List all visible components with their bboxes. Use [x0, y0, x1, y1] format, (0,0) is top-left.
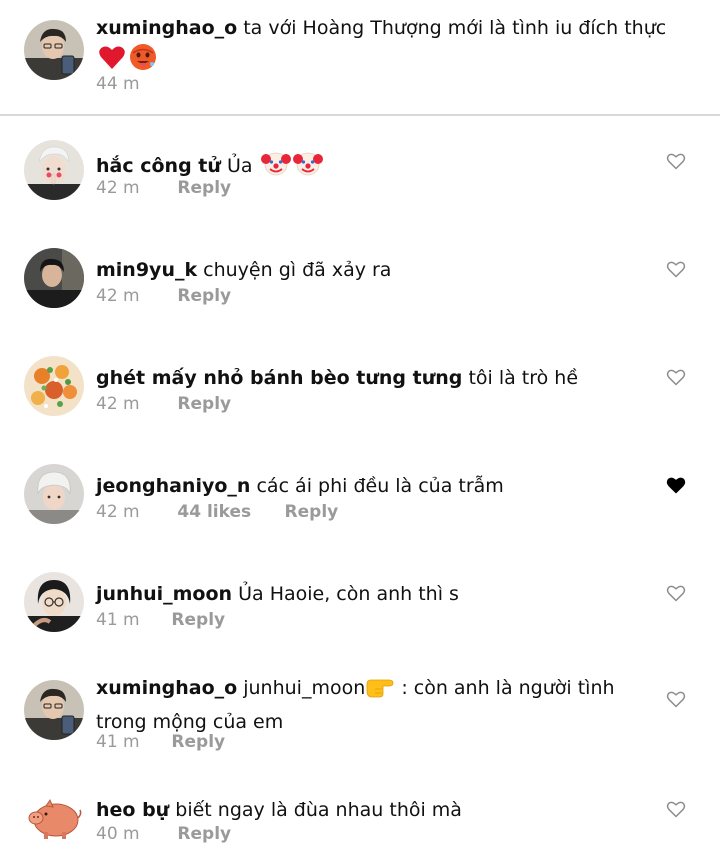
- comment-username[interactable]: heo bự: [96, 799, 169, 821]
- comment-text: min9yu_k chuyện gì đã xảy ra: [96, 256, 656, 284]
- comment-avatar[interactable]: [24, 572, 84, 632]
- comment-item: hắc công tử Ủa 42 m Reply: [0, 138, 720, 218]
- comment-username[interactable]: junhui_moon: [96, 583, 232, 605]
- caption-divider: [0, 114, 720, 116]
- like-heart-icon[interactable]: [666, 259, 686, 279]
- comment-avatar[interactable]: [24, 248, 84, 308]
- comment-timestamp: 41 m: [96, 610, 140, 630]
- comment-username[interactable]: min9yu_k: [96, 259, 197, 281]
- like-heart-icon[interactable]: [666, 151, 686, 171]
- comment-item: junhui_moon Ủa Haoie, còn anh thì s 41 m…: [0, 570, 720, 650]
- comment-username[interactable]: hắc công tử: [96, 155, 221, 177]
- comment-item: jeonghaniyo_n các ái phi đều là của trẫm…: [0, 462, 720, 542]
- reply-button[interactable]: Reply: [171, 610, 225, 630]
- comment-avatar[interactable]: [24, 356, 84, 416]
- caption-timestamp: 44 m: [96, 74, 140, 94]
- like-count[interactable]: 44 likes: [177, 502, 251, 522]
- comment-body: tôi là trò hề: [468, 367, 579, 389]
- like-heart-icon[interactable]: [666, 689, 686, 709]
- comment-username[interactable]: jeonghaniyo_n: [96, 475, 250, 497]
- comment-body: chuyện gì đã xảy ra: [203, 259, 392, 281]
- comment-timestamp: 40 m: [96, 824, 140, 844]
- reply-button[interactable]: Reply: [177, 286, 231, 306]
- comment-text: heo bự biết ngay là đùa nhau thôi mà: [96, 796, 656, 824]
- caption-text: xuminghao_o ta với Hoàng Thượng mới là t…: [96, 14, 706, 80]
- comment-timestamp: 42 m: [96, 286, 140, 306]
- comment-body: các ái phi đều là của trẫm: [256, 475, 504, 497]
- comment-timestamp: 42 m: [96, 394, 140, 414]
- comment-avatar[interactable]: [24, 464, 84, 524]
- reply-button[interactable]: Reply: [171, 732, 225, 752]
- comment-avatar[interactable]: [24, 140, 84, 200]
- caption-avatar[interactable]: [24, 20, 84, 80]
- reply-button[interactable]: Reply: [285, 502, 339, 522]
- comment-text: xuminghao_o junhui_moon : còn anh là ngư…: [96, 674, 656, 736]
- comment-text: ghét mấy nhỏ bánh bèo tưng tưng tôi là t…: [96, 364, 656, 392]
- comment-timestamp: 41 m: [96, 732, 140, 752]
- comment-timestamp: 42 m: [96, 502, 140, 522]
- clown-face-icon: [292, 148, 323, 186]
- comment-meta: 42 m Reply: [96, 178, 231, 198]
- comment-item: xuminghao_o junhui_moon : còn anh là ngư…: [0, 674, 720, 774]
- like-heart-icon[interactable]: [666, 367, 686, 387]
- like-heart-icon[interactable]: [666, 799, 686, 819]
- comment-meta: 42 m Reply: [96, 394, 231, 414]
- comment-username[interactable]: ghét mấy nhỏ bánh bèo tưng tưng: [96, 367, 462, 389]
- comment-avatar[interactable]: [24, 788, 84, 848]
- like-heart-icon[interactable]: [666, 583, 686, 603]
- comment-body: Ủa: [226, 155, 253, 177]
- liked-heart-icon[interactable]: [666, 475, 686, 495]
- comment-text: junhui_moon Ủa Haoie, còn anh thì s: [96, 580, 656, 608]
- comment-body: Ủa Haoie, còn anh thì s: [238, 583, 459, 605]
- comment-item: heo bự biết ngay là đùa nhau thôi mà 40 …: [0, 786, 720, 867]
- post-caption: xuminghao_o ta với Hoàng Thượng mới là t…: [0, 0, 720, 115]
- comment-avatar[interactable]: [24, 680, 84, 740]
- comment-timestamp: 42 m: [96, 178, 140, 198]
- comment-meta: 40 m Reply: [96, 824, 231, 844]
- mention-link[interactable]: junhui_moon: [243, 677, 365, 699]
- reply-button[interactable]: Reply: [177, 394, 231, 414]
- comment-meta: 42 m Reply: [96, 286, 231, 306]
- comment-meta: 42 m 44 likes Reply: [96, 502, 338, 522]
- comment-item: ghét mấy nhỏ bánh bèo tưng tưng tôi là t…: [0, 354, 720, 434]
- comment-username[interactable]: xuminghao_o: [96, 677, 237, 699]
- comment-text: jeonghaniyo_n các ái phi đều là của trẫm: [96, 472, 656, 500]
- caption-username[interactable]: xuminghao_o: [96, 17, 237, 39]
- backhand-index-pointing-right-icon: [365, 674, 395, 708]
- comment-meta: 41 m Reply: [96, 610, 225, 630]
- clown-face-icon: [260, 148, 291, 186]
- reply-button[interactable]: Reply: [177, 178, 231, 198]
- comment-meta: 41 m Reply: [96, 732, 225, 752]
- caption-body: ta với Hoàng Thượng mới là tình iu đích …: [243, 17, 667, 39]
- comment-body: biết ngay là đùa nhau thôi mà: [175, 799, 462, 821]
- caption-meta: 44 m: [96, 74, 172, 94]
- reply-button[interactable]: Reply: [177, 824, 231, 844]
- comment-item: min9yu_k chuyện gì đã xảy ra 42 m Reply: [0, 246, 720, 326]
